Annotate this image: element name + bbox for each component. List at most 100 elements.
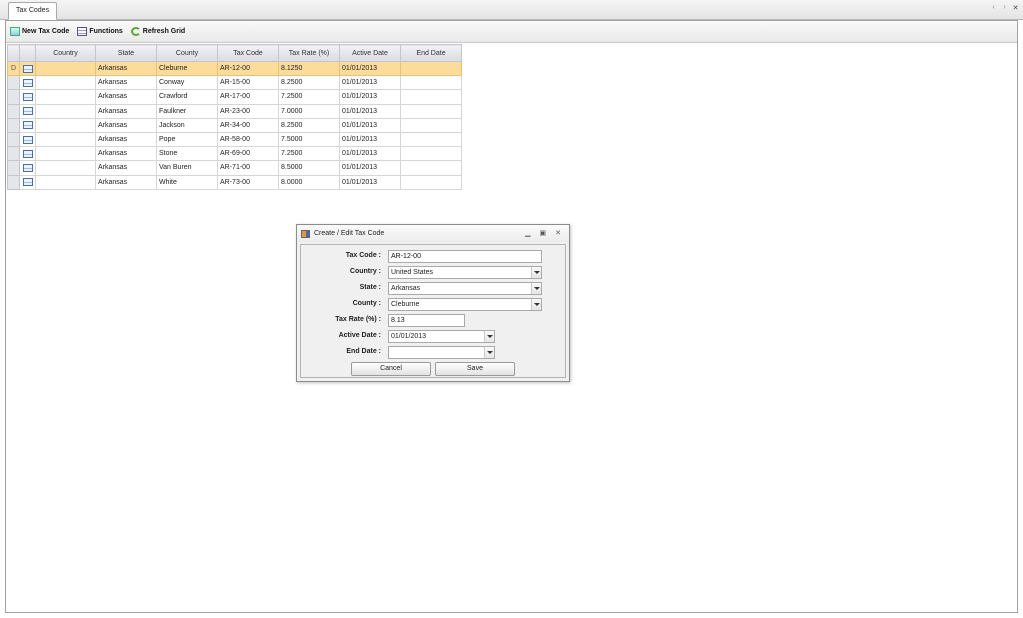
table-row[interactable]: D Arkansas Cleburne AR-12-00 8.1250 01/0… xyxy=(7,60,462,77)
cell-tax-rate[interactable]: 8.0000 xyxy=(278,174,340,190)
cell-country[interactable] xyxy=(35,117,96,133)
table-row[interactable]: Arkansas Jackson AR-34-00 8.2500 01/01/2… xyxy=(7,117,462,133)
cell-end-date[interactable] xyxy=(400,103,462,119)
cell-country[interactable] xyxy=(35,131,96,148)
cell-county[interactable]: Van Buren xyxy=(156,160,218,176)
cell-country[interactable] xyxy=(35,103,96,119)
cell-active-date[interactable]: 01/01/2013 xyxy=(339,75,401,91)
chevron-down-icon[interactable] xyxy=(531,283,541,294)
cell-state[interactable]: Arkansas xyxy=(95,174,157,190)
chevron-down-icon[interactable] xyxy=(484,331,494,342)
close-icon[interactable]: ✕ xyxy=(555,229,561,237)
cell-end-date[interactable] xyxy=(400,160,462,176)
active-date-picker[interactable]: 01/01/2013 xyxy=(388,330,495,343)
new-tax-code-button[interactable]: New Tax Code xyxy=(10,27,69,36)
cancel-button[interactable]: Cancel xyxy=(351,362,431,376)
column-header-tax-rate[interactable]: Tax Rate (%) xyxy=(278,44,340,62)
edit-row-icon[interactable] xyxy=(19,117,36,133)
cell-tax-code[interactable]: AR-17-00 xyxy=(217,89,279,105)
cell-state[interactable]: Arkansas xyxy=(95,131,157,148)
cell-active-date[interactable]: 01/01/2013 xyxy=(339,160,401,176)
cell-county[interactable]: White xyxy=(156,174,218,190)
cell-active-date[interactable]: 01/01/2013 xyxy=(339,60,401,77)
previous-icon[interactable]: ‹ xyxy=(990,4,997,12)
edit-row-icon[interactable] xyxy=(19,146,36,162)
cell-end-date[interactable] xyxy=(400,174,462,190)
cell-state[interactable]: Arkansas xyxy=(95,103,157,119)
cell-county[interactable]: Cleburne xyxy=(156,60,218,77)
cell-state[interactable]: Arkansas xyxy=(95,89,157,105)
table-row[interactable]: Arkansas Conway AR-15-00 8.2500 01/01/20… xyxy=(7,75,462,91)
cell-state[interactable]: Arkansas xyxy=(95,75,157,91)
cell-county[interactable]: Stone xyxy=(156,146,218,162)
cell-state[interactable]: Arkansas xyxy=(95,117,157,133)
cell-state[interactable]: Arkansas xyxy=(95,60,157,77)
edit-row-icon[interactable] xyxy=(19,89,36,105)
cell-county[interactable]: Faulkner xyxy=(156,103,218,119)
cell-tax-rate[interactable]: 7.2500 xyxy=(278,146,340,162)
cell-county[interactable]: Jackson xyxy=(156,117,218,133)
cell-tax-code[interactable]: AR-34-00 xyxy=(217,117,279,133)
edit-row-icon[interactable] xyxy=(19,75,36,91)
edit-row-icon[interactable] xyxy=(19,160,36,176)
table-row[interactable]: Arkansas White AR-73-00 8.0000 01/01/201… xyxy=(7,174,462,190)
cell-tax-rate[interactable]: 7.5000 xyxy=(278,131,340,148)
save-button[interactable]: Save xyxy=(435,362,515,376)
column-header-county[interactable]: County xyxy=(156,44,218,62)
chevron-down-icon[interactable] xyxy=(531,267,541,278)
country-select[interactable]: United States xyxy=(388,266,542,279)
cell-county[interactable]: Conway xyxy=(156,75,218,91)
tax-rate-input[interactable] xyxy=(388,314,465,327)
table-row[interactable]: Arkansas Crawford AR-17-00 7.2500 01/01/… xyxy=(7,89,462,105)
cell-active-date[interactable]: 01/01/2013 xyxy=(339,174,401,190)
cell-active-date[interactable]: 01/01/2013 xyxy=(339,103,401,119)
tab-tax-codes[interactable]: Tax Codes xyxy=(8,2,58,20)
cell-end-date[interactable] xyxy=(400,146,462,162)
functions-button[interactable]: Functions xyxy=(77,27,123,36)
cell-tax-rate[interactable]: 8.1250 xyxy=(278,60,340,77)
cell-country[interactable] xyxy=(35,75,96,91)
edit-row-icon[interactable] xyxy=(19,174,36,190)
cell-tax-code[interactable]: AR-58-00 xyxy=(217,131,279,148)
cell-end-date[interactable] xyxy=(400,131,462,148)
cell-county[interactable]: Crawford xyxy=(156,89,218,105)
table-row[interactable]: Arkansas Stone AR-69-00 7.2500 01/01/201… xyxy=(7,146,462,162)
column-header-active-date[interactable]: Active Date xyxy=(339,44,401,62)
cell-end-date[interactable] xyxy=(400,89,462,105)
cell-active-date[interactable]: 01/01/2013 xyxy=(339,117,401,133)
cell-active-date[interactable]: 01/01/2013 xyxy=(339,131,401,148)
minimize-icon[interactable]: ▁ xyxy=(525,229,530,237)
next-icon[interactable]: › xyxy=(1001,4,1008,12)
cell-end-date[interactable] xyxy=(400,117,462,133)
cell-tax-rate[interactable]: 8.2500 xyxy=(278,75,340,91)
cell-country[interactable] xyxy=(35,146,96,162)
chevron-down-icon[interactable] xyxy=(531,299,541,310)
cell-tax-code[interactable]: AR-73-00 xyxy=(217,174,279,190)
cell-country[interactable] xyxy=(35,160,96,176)
cell-end-date[interactable] xyxy=(400,75,462,91)
cell-tax-code[interactable]: AR-71-00 xyxy=(217,160,279,176)
column-header-tax-code[interactable]: Tax Code xyxy=(217,44,279,62)
cell-active-date[interactable]: 01/01/2013 xyxy=(339,146,401,162)
edit-row-icon[interactable] xyxy=(19,131,36,148)
table-row[interactable]: Arkansas Pope AR-58-00 7.5000 01/01/2013 xyxy=(7,131,462,148)
maximize-icon[interactable]: ▣ xyxy=(540,229,547,237)
cell-tax-code[interactable]: AR-69-00 xyxy=(217,146,279,162)
tax-code-input[interactable] xyxy=(388,250,542,263)
cell-country[interactable] xyxy=(35,174,96,190)
edit-row-icon[interactable] xyxy=(19,103,36,119)
cell-county[interactable]: Pope xyxy=(156,131,218,148)
refresh-grid-button[interactable]: Refresh Grid xyxy=(130,27,185,36)
cell-state[interactable]: Arkansas xyxy=(95,160,157,176)
cell-tax-rate[interactable]: 7.2500 xyxy=(278,89,340,105)
cell-active-date[interactable]: 01/01/2013 xyxy=(339,89,401,105)
cell-state[interactable]: Arkansas xyxy=(95,146,157,162)
table-row[interactable]: Arkansas Van Buren AR-71-00 8.5000 01/01… xyxy=(7,160,462,176)
cell-end-date[interactable] xyxy=(400,60,462,77)
column-header-country[interactable]: Country xyxy=(35,44,96,62)
column-header-state[interactable]: State xyxy=(95,44,157,62)
close-icon[interactable]: ✕ xyxy=(1012,4,1019,12)
cell-tax-rate[interactable]: 8.5000 xyxy=(278,160,340,176)
chevron-down-icon[interactable] xyxy=(484,347,494,358)
county-select[interactable]: Cleburne xyxy=(388,298,542,311)
